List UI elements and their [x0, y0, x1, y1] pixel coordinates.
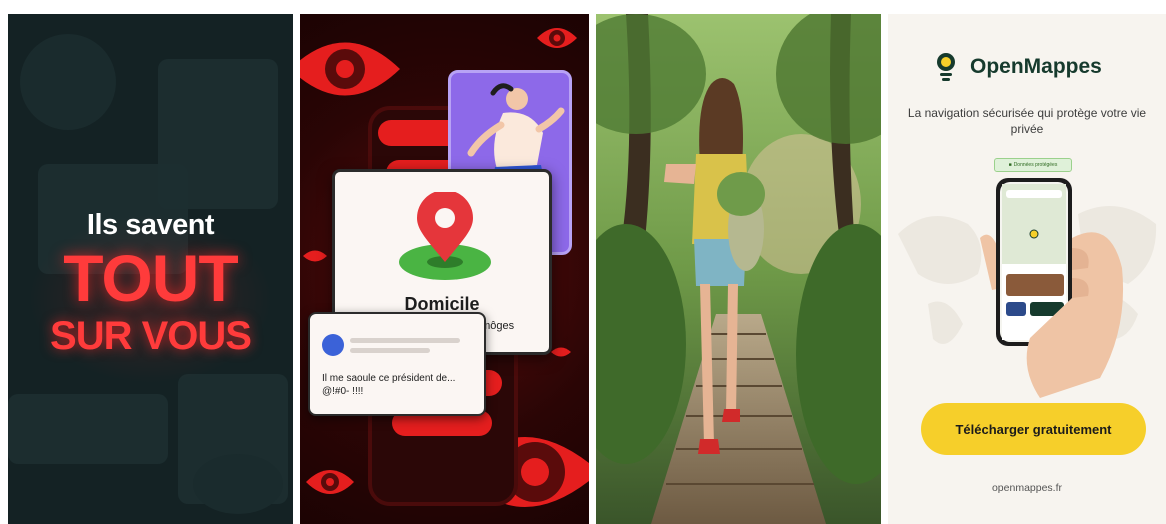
background-eye-shape	[20, 34, 116, 130]
download-button[interactable]: Télécharger gratuitement	[921, 403, 1146, 455]
forest-path-photo	[596, 14, 881, 524]
eye-icon	[303, 250, 327, 262]
eye-icon	[306, 470, 354, 494]
brand-header: OpenMappes	[936, 52, 1102, 82]
lock-icon: ■	[1008, 162, 1012, 168]
eye-icon	[537, 28, 577, 48]
location-pin-icon	[399, 192, 491, 280]
brand-name: OpenMappes	[970, 55, 1102, 78]
eye-icon	[551, 347, 571, 357]
secure-badge-label: Données protégées	[1013, 162, 1058, 168]
hand-holding-phone	[980, 178, 1124, 398]
secure-badge: ■ Données protégées	[994, 158, 1072, 172]
avatar	[322, 334, 344, 356]
openmappes-logo-icon	[937, 53, 955, 81]
headline-line-3: SUR VOUS	[50, 314, 252, 358]
headline-line-1: Ils savent	[86, 209, 215, 241]
comment-text: Il me saoule ce président de... @!#0- !!…	[322, 373, 456, 397]
background-eye-shape	[193, 454, 283, 514]
ad-panel-warning[interactable]: Ils savent TOUT SUR VOUS	[8, 14, 293, 524]
placeholder-line	[350, 338, 460, 343]
placeholder-line	[350, 348, 430, 353]
headline-line-2: TOUT	[63, 241, 238, 315]
ad-carousel: Ils savent TOUT SUR VOUS Domicile Limôge…	[0, 0, 1166, 524]
ad-panel-app[interactable]: OpenMappes La navigation sécurisée qui p…	[888, 14, 1166, 524]
ad-panel-surveillance[interactable]: Domicile 25 rue du Moulinel à Limôges Il…	[300, 14, 589, 524]
website-link[interactable]: openmappes.fr	[888, 482, 1166, 494]
eye-icon	[300, 42, 400, 96]
ad-panel-photo[interactable]	[596, 14, 881, 524]
tagline: La navigation sécurisée qui protège votr…	[907, 106, 1147, 136]
comment-card: Il me saoule ce président de... @!#0- !!…	[308, 312, 486, 416]
background-card-shape	[8, 394, 168, 464]
